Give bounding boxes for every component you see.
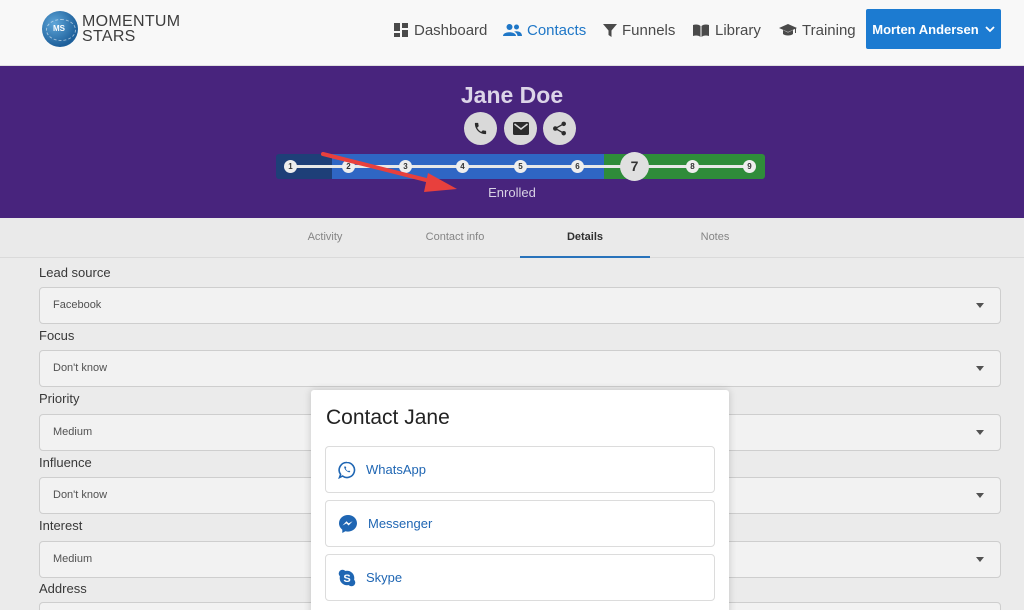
brand-name-line1: MOMENTUM (82, 13, 181, 30)
messenger-icon (339, 514, 357, 533)
brand-logo[interactable]: MS MOMENTUM STARS (42, 11, 180, 47)
nav-library[interactable]: Library (692, 0, 761, 60)
nav-funnels-label: Funnels (622, 21, 676, 39)
skype-option[interactable]: S Skype (325, 554, 715, 601)
contact-modal: Contact Jane WhatsApp Messenger S Skype (311, 390, 729, 610)
call-button[interactable] (464, 112, 497, 145)
envelope-icon (512, 122, 529, 135)
contacts-icon (503, 24, 522, 36)
graduation-cap-icon (779, 24, 797, 36)
stage-step[interactable]: 1 (284, 160, 297, 173)
user-name: Morten Andersen (872, 21, 979, 37)
stage-step[interactable]: 9 (743, 160, 756, 173)
nav-dashboard-label: Dashboard (414, 21, 488, 39)
whatsapp-icon (338, 461, 356, 479)
nav-dashboard[interactable]: Dashboard (393, 0, 487, 60)
nav-contacts[interactable]: Contacts (503, 0, 586, 60)
annotation-arrow-icon (321, 152, 457, 192)
phone-icon (474, 122, 487, 135)
stage-step[interactable]: 6 (571, 160, 584, 173)
modal-title: Contact Jane (326, 406, 450, 429)
dashboard-icon (394, 23, 408, 37)
svg-text:S: S (343, 573, 350, 585)
contact-header: Jane Doe 1 2 3 4 5 6 7 8 9 Enrolled (0, 66, 1024, 218)
user-menu-button[interactable]: Morten Andersen (866, 9, 1001, 49)
brand-name-line2: STARS (82, 28, 136, 45)
skype-icon: S (338, 569, 356, 586)
nav-funnels[interactable]: Funnels (603, 0, 675, 60)
stage-step-current[interactable]: 7 (620, 152, 649, 181)
messenger-label: Messenger (368, 516, 433, 531)
top-navbar: MS MOMENTUM STARS Dashboard Contacts Fun… (0, 0, 1024, 66)
contact-name: Jane Doe (460, 82, 564, 108)
whatsapp-option[interactable]: WhatsApp (325, 446, 715, 493)
stage-step[interactable]: 8 (686, 160, 699, 173)
nav-training-label: Training (802, 21, 856, 39)
logo-badge-text: MS (53, 24, 65, 33)
funnel-icon (603, 23, 617, 37)
skype-label: Skype (366, 570, 403, 585)
globe-logo-icon: MS (42, 11, 78, 47)
stage-step[interactable]: 5 (514, 160, 527, 173)
nav-contacts-label: Contacts (527, 21, 587, 39)
nav-training[interactable]: Training (779, 0, 856, 60)
email-button[interactable] (504, 112, 537, 145)
share-icon (553, 121, 566, 136)
share-button[interactable] (543, 112, 576, 145)
whatsapp-label: WhatsApp (366, 462, 426, 477)
stage-label: Enrolled (488, 185, 536, 200)
book-open-icon (693, 23, 709, 37)
nav-library-label: Library (715, 21, 761, 39)
brand-name: MOMENTUM STARS (82, 13, 181, 45)
chevron-down-icon (985, 25, 995, 32)
messenger-option[interactable]: Messenger (325, 500, 715, 547)
